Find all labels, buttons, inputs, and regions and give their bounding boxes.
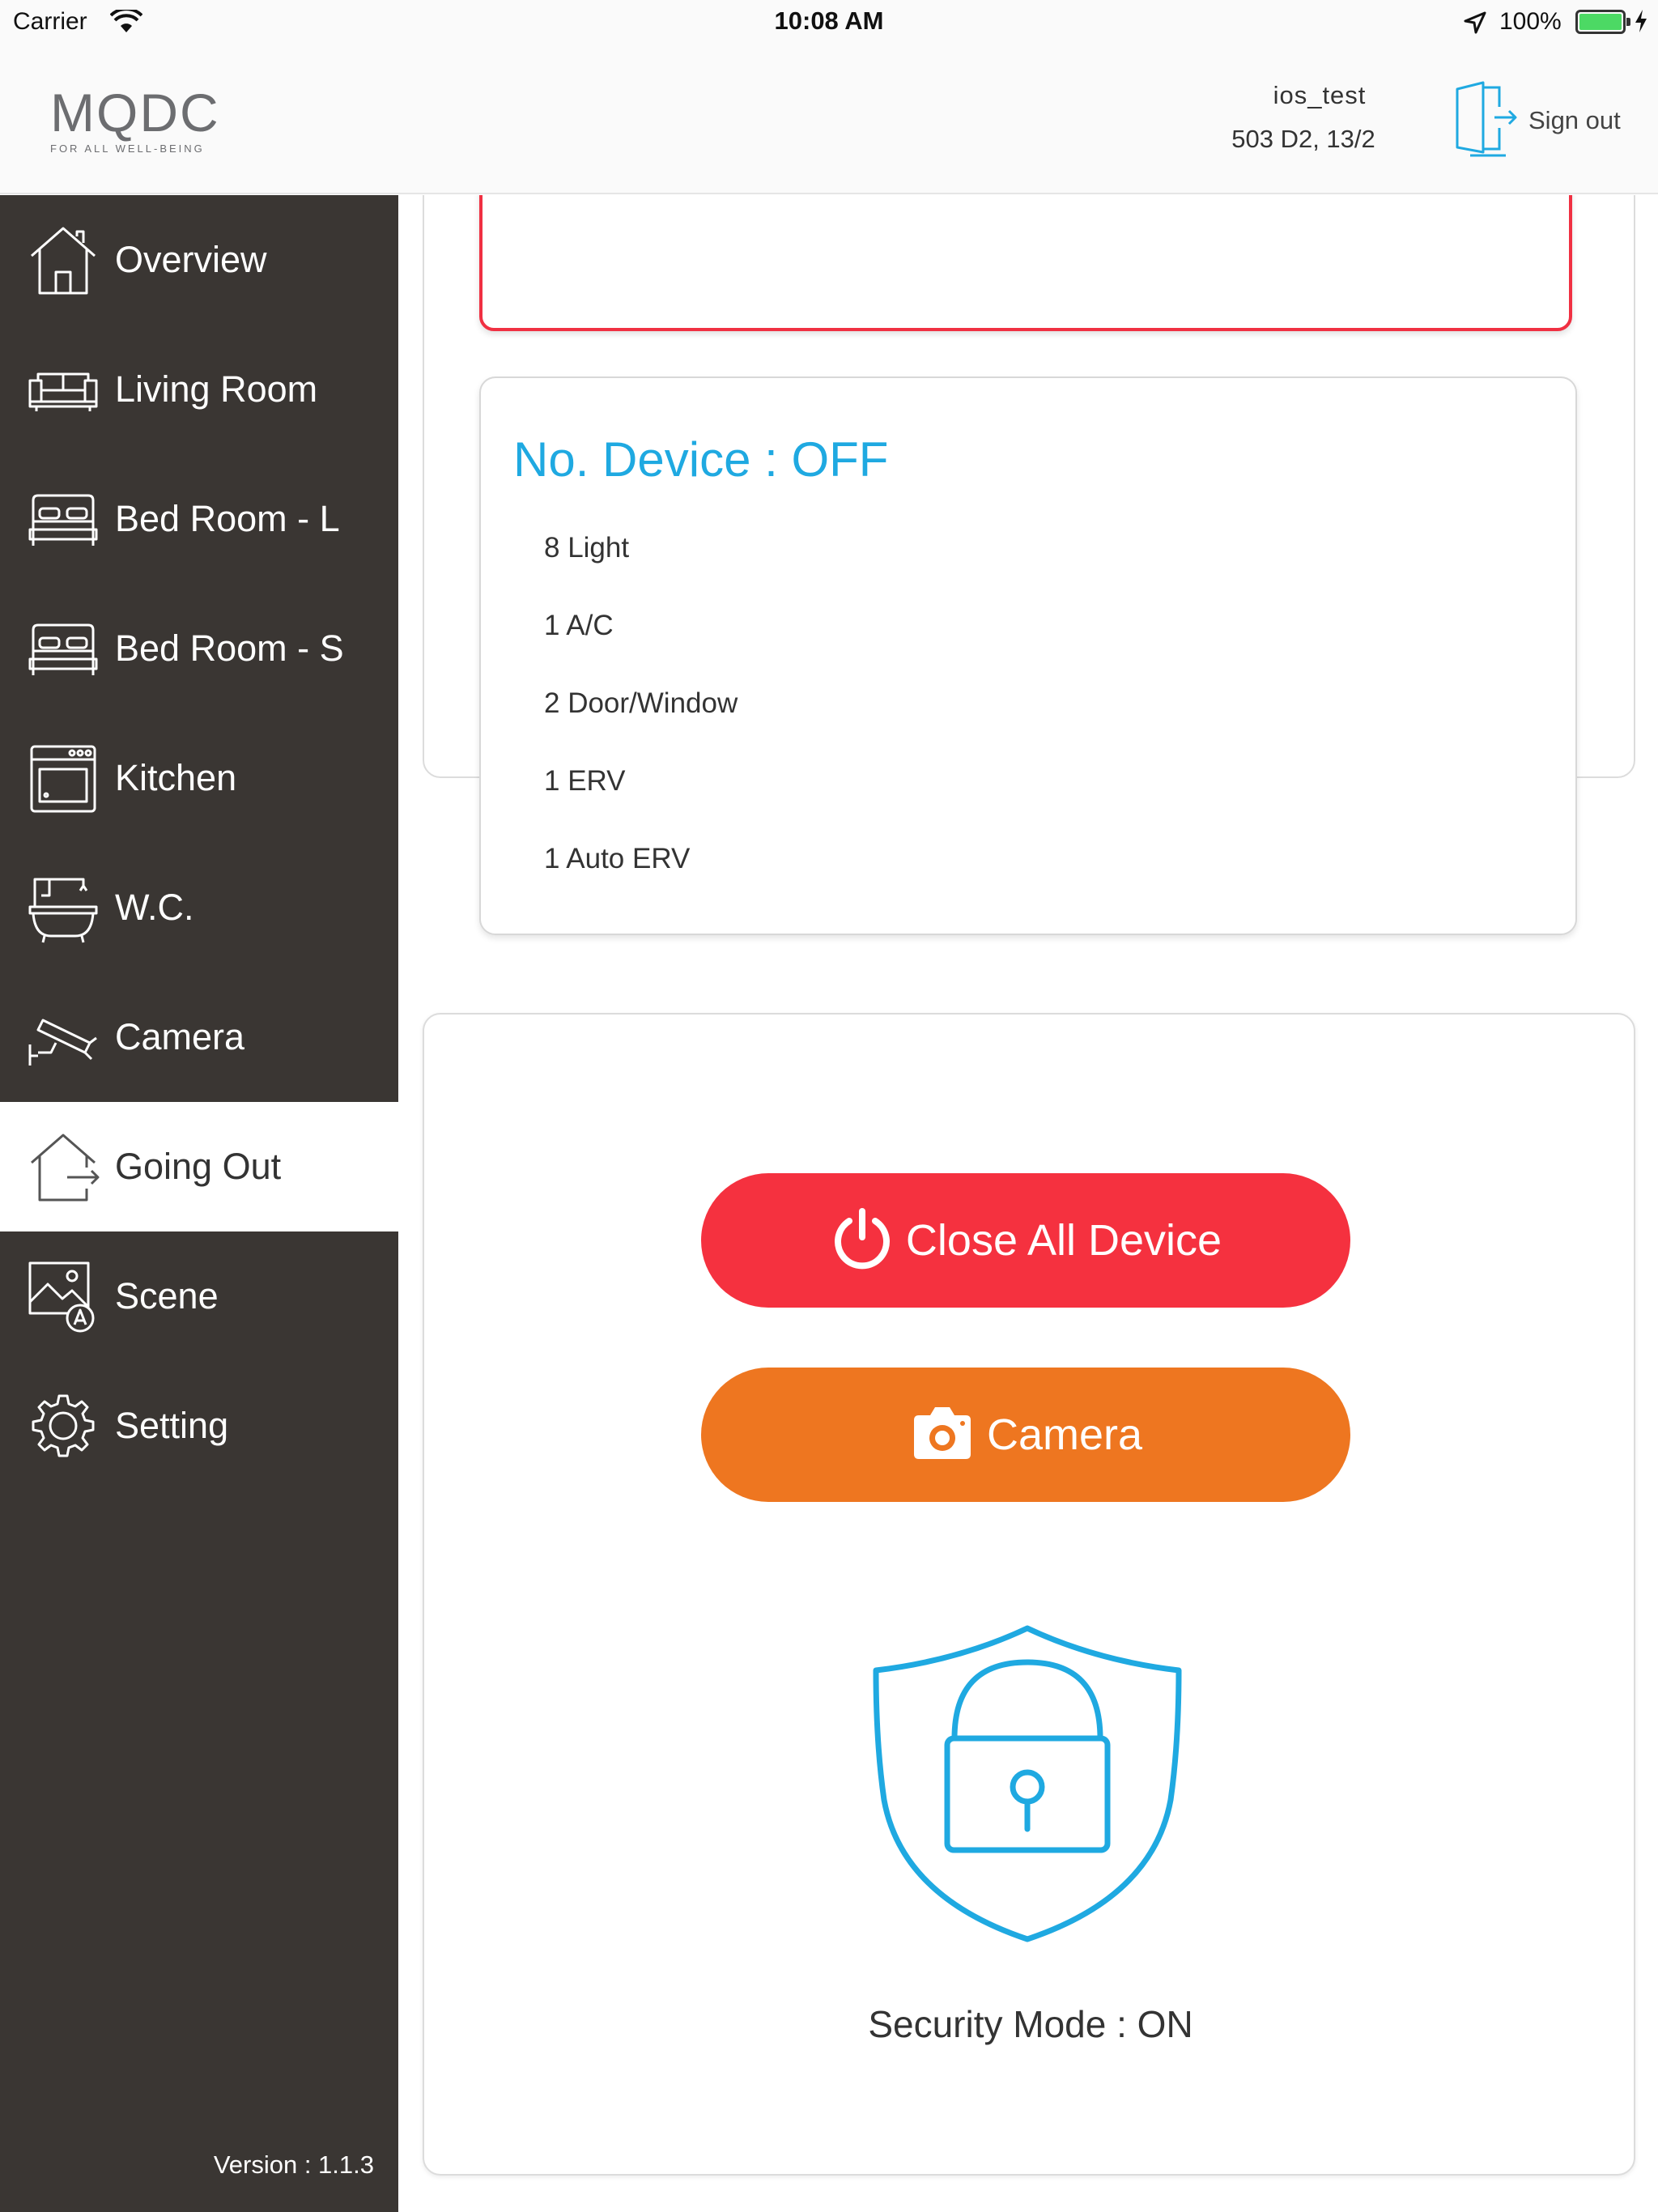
going-out-actions-panel: Close All Device Camera Security Mode : … [423, 1013, 1635, 2176]
sofa-icon [26, 352, 100, 427]
bed-icon [26, 482, 100, 556]
cctv-icon [26, 1000, 100, 1074]
gear-icon [26, 1389, 100, 1463]
sidebar-item-living-room[interactable]: Living Room [0, 325, 398, 454]
going-out-icon [26, 1129, 100, 1204]
app-header: MQDC FOR ALL WELL-BEING ios_test 503 D2,… [0, 45, 1658, 194]
list-item: 1 A/C [544, 610, 614, 641]
charging-bolt-icon [1634, 8, 1648, 38]
home-icon [26, 223, 100, 297]
oven-icon [26, 741, 100, 815]
clock: 10:08 AM [774, 6, 884, 35]
device-status-card: No. Device : OFF 8 Light 1 A/C 2 Door/Wi… [479, 376, 1577, 935]
sidebar-item-camera[interactable]: Camera [0, 972, 398, 1102]
list-item: 1 ERV [544, 765, 626, 797]
unit-address: 503 D2, 13/2 [1231, 125, 1375, 153]
alert-card [479, 195, 1572, 331]
sidebar-item-overview[interactable]: Overview [0, 195, 398, 325]
app-version: Version : 1.1.3 [213, 2150, 374, 2179]
security-mode-status: Security Mode : ON [868, 2003, 1193, 2045]
sign-out-button[interactable]: Sign out [1449, 79, 1621, 161]
device-status-title: No. Device : OFF [513, 432, 889, 487]
sidebar-item-wc[interactable]: W.C. [0, 843, 398, 972]
close-all-device-button[interactable]: Close All Device [701, 1173, 1350, 1308]
location-arrow-icon [1464, 11, 1486, 38]
list-item: 2 Door/Window [544, 687, 738, 719]
camera-icon [909, 1406, 976, 1465]
status-bar: Carrier 10:08 AM 100% [0, 0, 1658, 45]
list-item: 1 Auto ERV [544, 843, 691, 874]
sidebar-item-going-out[interactable]: Going Out [0, 1102, 398, 1231]
sidebar-item-bed-room-l[interactable]: Bed Room - L [0, 454, 398, 584]
battery-icon [1575, 10, 1630, 34]
bathtub-icon [26, 870, 100, 945]
bed-icon [26, 611, 100, 686]
sidebar-item-bed-room-s[interactable]: Bed Room - S [0, 584, 398, 713]
sidebar: Overview Living Room Bed Room - L Bed Ro… [0, 195, 398, 2212]
sidebar-item-kitchen[interactable]: Kitchen [0, 713, 398, 843]
username: ios_test [1273, 81, 1367, 109]
camera-button[interactable]: Camera [701, 1368, 1350, 1502]
sidebar-item-setting[interactable]: Setting [0, 1361, 398, 1491]
main-content: No. Device : OFF 8 Light 1 A/C 2 Door/Wi… [398, 195, 1658, 2212]
device-list: 8 Light 1 A/C 2 Door/Window 1 ERV 1 Auto… [544, 532, 738, 921]
power-icon [830, 1206, 895, 1275]
door-exit-icon [1449, 79, 1522, 161]
mqdc-logo: MQDC FOR ALL WELL-BEING [50, 83, 220, 155]
battery-percent: 100% [1499, 8, 1562, 35]
list-item: 8 Light [544, 532, 630, 564]
security-shield-icon [869, 1622, 1185, 1950]
scene-icon [26, 1259, 100, 1334]
sidebar-item-scene[interactable]: Scene [0, 1231, 398, 1361]
